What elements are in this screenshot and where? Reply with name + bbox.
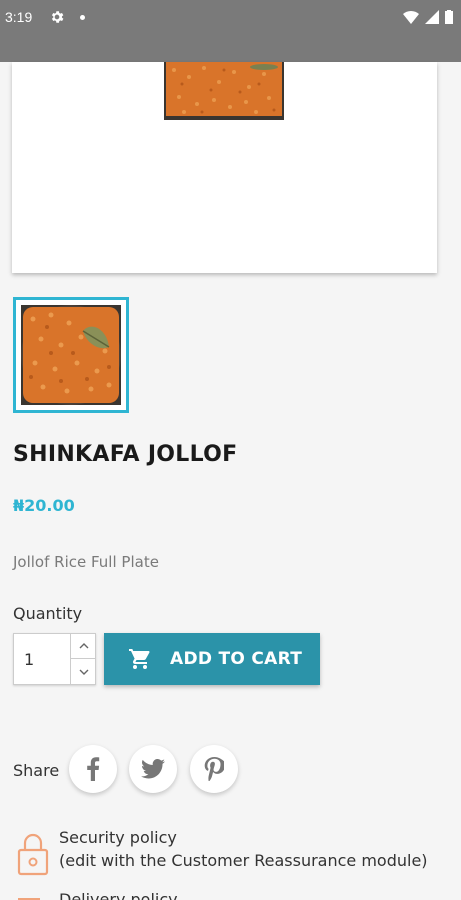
product-thumbnail[interactable]: [13, 297, 129, 413]
security-policy-subtitle: (edit with the Customer Reassurance modu…: [59, 851, 428, 870]
chevron-up-icon: [79, 643, 88, 649]
product-price: ₦20.00: [13, 496, 75, 515]
add-to-cart-button[interactable]: ADD TO CART: [104, 633, 320, 685]
quantity-stepper: [13, 633, 96, 685]
battery-icon: [445, 10, 453, 24]
facebook-share-button[interactable]: [69, 745, 117, 793]
wifi-icon: [403, 10, 419, 24]
quantity-label: Quantity: [13, 604, 83, 623]
shopping-cart-icon: [129, 649, 150, 669]
status-time: 3:19: [5, 9, 33, 25]
product-thumbnail-image: [21, 305, 121, 405]
product-title: SHINKAFA JOLLOF: [13, 442, 238, 467]
product-main-image: [164, 62, 284, 120]
product-main-image-card[interactable]: [12, 62, 437, 273]
lock-icon: [17, 833, 49, 876]
quantity-input[interactable]: [14, 634, 69, 684]
chevron-down-icon: [79, 669, 88, 675]
twitter-share-button[interactable]: [129, 745, 177, 793]
quantity-increase-button[interactable]: [70, 634, 96, 659]
delivery-icon: [18, 898, 40, 900]
twitter-icon: [141, 759, 165, 779]
share-label: Share: [13, 761, 60, 780]
pinterest-share-button[interactable]: [190, 745, 238, 793]
status-bar: 3:19: [0, 0, 461, 62]
delivery-policy-title: Delivery policy: [59, 890, 178, 900]
quantity-decrease-button[interactable]: [70, 659, 96, 684]
add-to-cart-label: ADD TO CART: [170, 649, 303, 669]
signal-icon: [425, 10, 439, 24]
product-description: Jollof Rice Full Plate: [13, 553, 159, 571]
settings-gear-icon: [51, 11, 64, 23]
facebook-icon: [87, 757, 100, 781]
security-policy-title: Security policy: [59, 828, 177, 847]
notification-dot-icon: [80, 15, 85, 20]
status-icons: [403, 10, 453, 24]
pinterest-icon: [204, 757, 224, 781]
